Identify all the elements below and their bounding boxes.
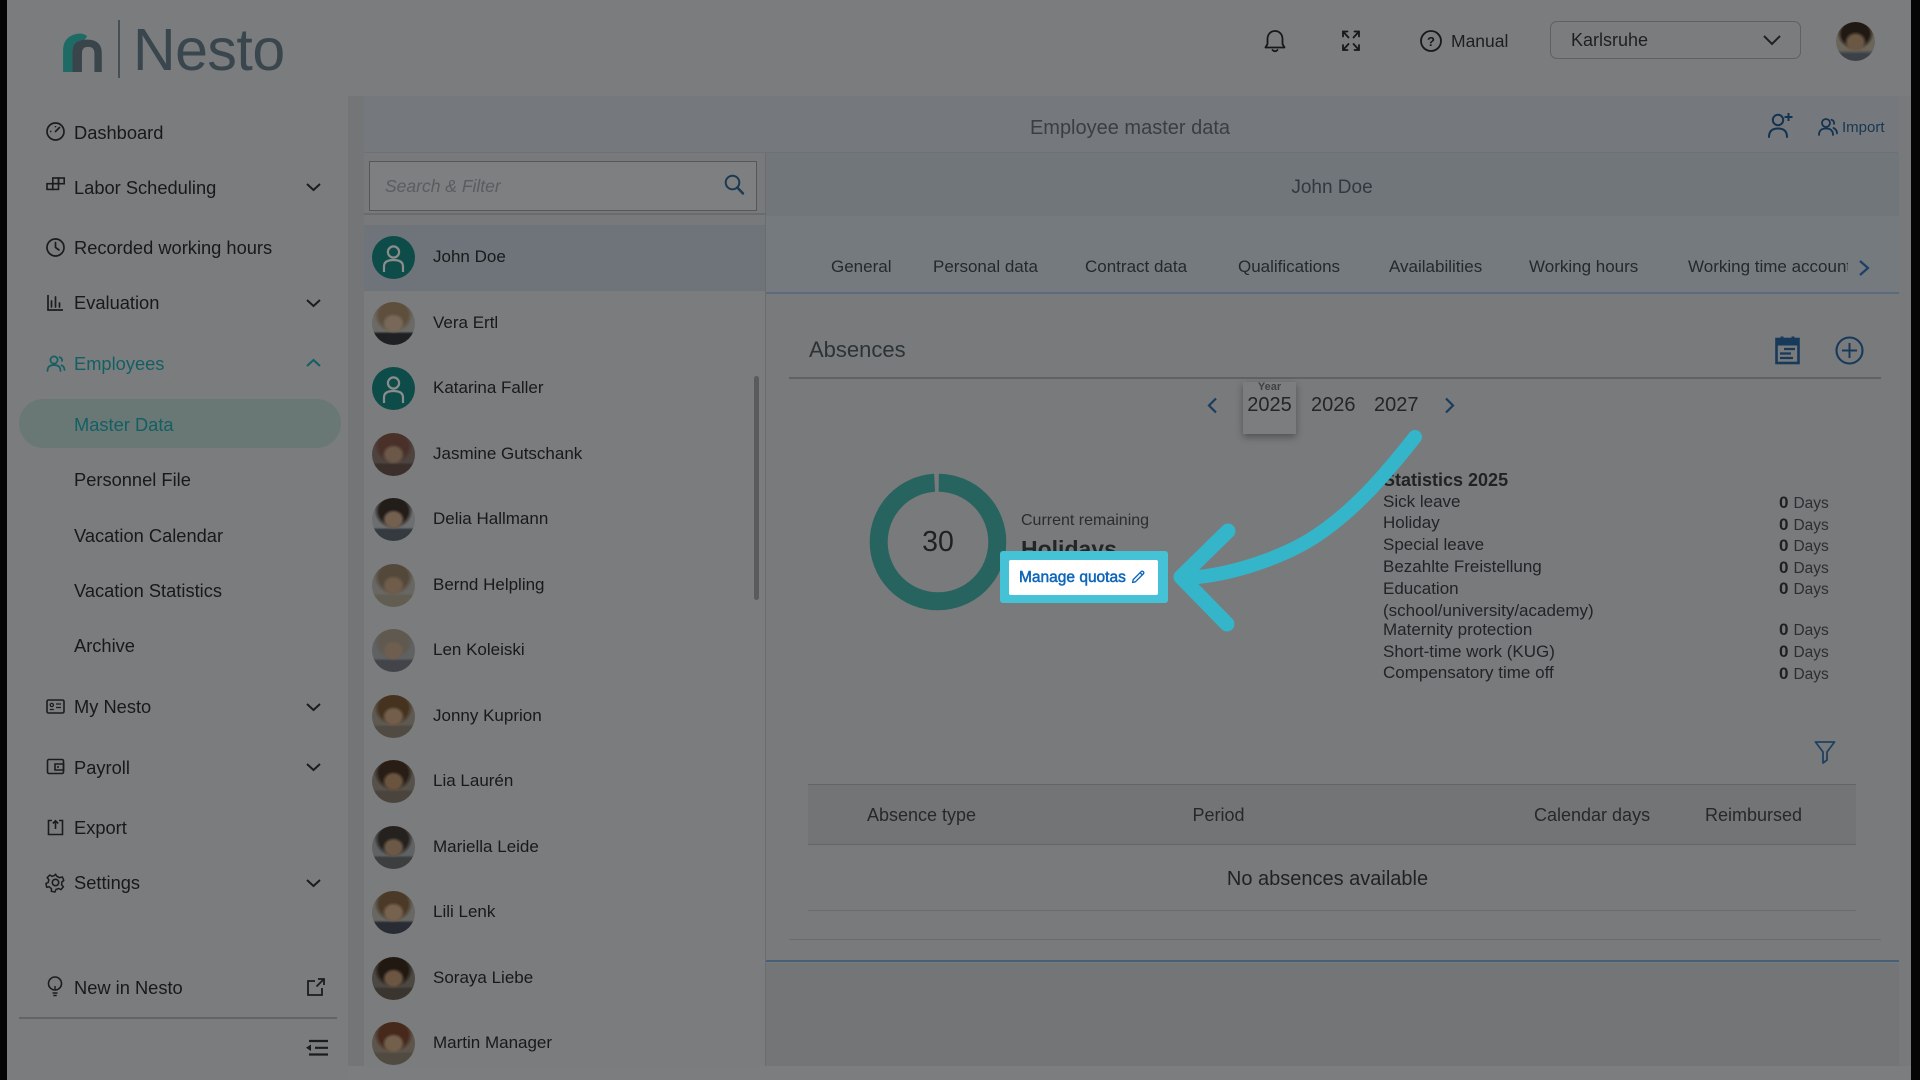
svg-text:?: ?: [1427, 34, 1435, 49]
